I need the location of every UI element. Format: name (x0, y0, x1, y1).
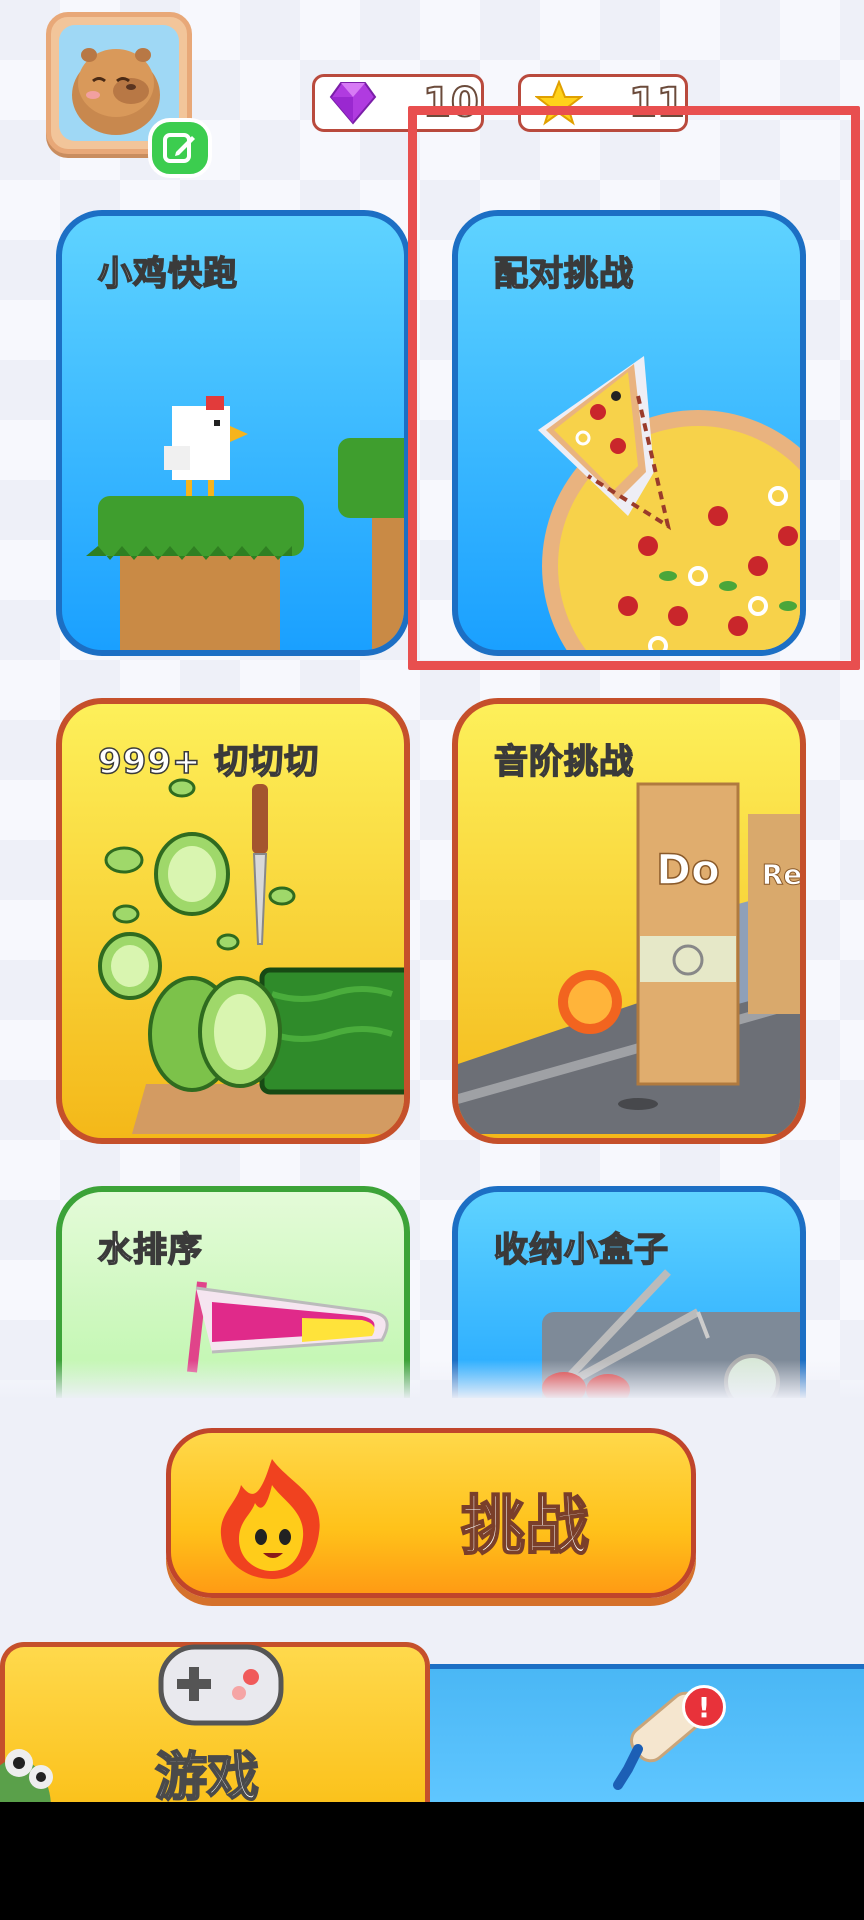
challenge-button[interactable]: 挑战 (166, 1428, 696, 1598)
edit-profile-button[interactable] (148, 118, 212, 178)
card-title: 999+ 切切切 (97, 741, 320, 783)
card-title: 小鸡快跑 (97, 253, 238, 295)
door-note-do: Do (656, 845, 720, 894)
nav-games-label: 游戏 (154, 1747, 260, 1809)
scroll-fade (0, 1360, 864, 1400)
card-title: 音阶挑战 (493, 741, 634, 783)
gem-icon (323, 73, 383, 133)
system-nav-bar (0, 1802, 864, 1920)
notification-badge: ! (682, 1685, 726, 1729)
notification-badge-text: ! (697, 1690, 711, 1724)
game-card-chick-run[interactable]: 小鸡快跑 (56, 210, 410, 656)
game-card-scale-challenge[interactable]: Do Re 音阶挑战 (452, 698, 806, 1144)
card-title: 收纳小盒子 (493, 1229, 669, 1271)
pencil-icon (163, 133, 195, 163)
fire-mascot-icon (220, 1459, 320, 1579)
gamepad-icon (158, 1644, 284, 1726)
highlight-frame (408, 106, 860, 670)
challenge-label: 挑战 (460, 1489, 590, 1565)
nav-tab-games[interactable]: 游戏 (0, 1642, 430, 1847)
nav-tab-decorate[interactable]: ! (430, 1664, 864, 1802)
door-note-re: Re (762, 858, 803, 891)
game-card-cut[interactable]: 999+ 切切切 (56, 698, 410, 1144)
card-title: 水排序 (97, 1229, 203, 1271)
